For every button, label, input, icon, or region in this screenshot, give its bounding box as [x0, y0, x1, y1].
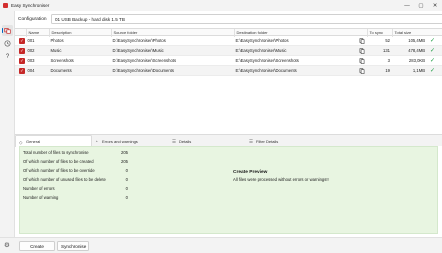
row-name: 003 [27, 58, 35, 63]
app-title: Easy Synchroniser [11, 3, 50, 8]
sidebar-item-history[interactable] [2, 38, 13, 49]
row-total-size: 283,0KB [408, 58, 425, 63]
filter-icon: ☰ [249, 138, 254, 144]
row-checkbox[interactable]: ✓ [19, 68, 25, 74]
window-controls: — ▢ ✕ [400, 0, 442, 11]
stat-label-total: Total number of files to synchronise [23, 150, 89, 155]
copy-icon[interactable] [359, 48, 365, 54]
row-source-folder: D:\EasySynchroniser\Photos [112, 38, 166, 43]
row-name: 002 [27, 48, 35, 53]
status-ok-icon: ✓ [430, 58, 436, 64]
help-icon: ? [5, 53, 10, 60]
table-row[interactable]: ✓ 001 Photos D:\EasySynchroniser\Photos E:\E… [15, 36, 442, 46]
row-to-sync: 52 [385, 38, 390, 43]
stat-label-errors: Number of errors [23, 186, 55, 191]
row-description: Screenshots [50, 58, 74, 63]
tab-label: Details [179, 138, 192, 144]
row-destination-folder: E:\EasySynchroniser\Music [235, 48, 287, 53]
row-destination-folder: E:\EasySynchroniser\Photos [235, 38, 289, 43]
warning-icon: ◔ [95, 138, 98, 144]
row-name: 004 [27, 68, 35, 73]
stat-value-warnings: 0 [125, 195, 128, 200]
sync-icon [4, 28, 11, 34]
row-destination-folder: E:\EasySynchroniser\Screenshots [235, 58, 299, 63]
configuration-value: 01 USB Backup - hard disk 1.5 TB [55, 16, 125, 22]
app-logo-icon [3, 3, 8, 8]
table-row[interactable]: ✓ 004 Documents D:\EasySynchroniser\Documen… [15, 66, 442, 76]
sidebar: ? [0, 11, 15, 253]
history-icon [4, 40, 11, 47]
row-checkbox[interactable]: ✓ [19, 38, 25, 44]
row-description: Music [50, 48, 62, 53]
sync-table: Name Description Source folder Destinati… [15, 28, 442, 76]
stat-value-errors: 0 [125, 186, 128, 191]
configuration-select[interactable]: 01 USB Backup - hard disk 1.5 TB ⌄ [51, 14, 442, 24]
row-total-size: 1,1MB [412, 68, 425, 73]
copy-icon[interactable] [359, 38, 365, 44]
row-total-size: 478,4MB [408, 48, 425, 53]
tab-label: Filter Details [256, 138, 279, 144]
sidebar-item-help[interactable]: ? [2, 51, 13, 62]
general-summary-panel: Total number of files to synchronise 205… [19, 146, 438, 234]
table-row[interactable]: ✓ 003 Screenshots D:\EasySynchroniser\Scree… [15, 56, 442, 66]
stat-value-override: 0 [125, 168, 128, 173]
row-name: 001 [27, 38, 35, 43]
synchronise-button[interactable]: Synchronise [57, 241, 89, 251]
row-to-sync: 19 [385, 68, 390, 73]
table-empty-area [15, 77, 442, 129]
stat-label-created: Of which number of files to be created [23, 159, 94, 164]
row-checkbox[interactable]: ✓ [19, 58, 25, 64]
tab-label: Errors and warnings [102, 138, 138, 144]
copy-icon[interactable] [359, 58, 365, 64]
table-header: Name Description Source folder Destinati… [15, 28, 442, 37]
row-description: Documents [50, 68, 72, 73]
status-ok-icon: ✓ [430, 48, 436, 54]
title-bar: Easy Synchroniser — ▢ ✕ [0, 0, 442, 11]
bottom-bar: ⚙ Create Preview Synchronise [0, 237, 442, 253]
preview-title: Create Preview [233, 170, 268, 175]
status-ok-icon: ✓ [430, 68, 436, 74]
minimize-button[interactable]: — [400, 0, 414, 11]
row-destination-folder: E:\EasySynchroniser\Documents [235, 68, 297, 73]
configuration-label: Configuration [18, 16, 47, 22]
row-checkbox[interactable]: ✓ [19, 48, 25, 54]
stat-value-delete: 0 [125, 177, 128, 182]
copy-delete-icon[interactable] [359, 68, 365, 74]
stat-value-created: 205 [121, 159, 128, 164]
row-source-folder: D:\EasySynchroniser\Screenshots [112, 58, 177, 63]
stat-label-warnings: Number of warning [23, 195, 59, 200]
preview-message: All files were processed without errors … [233, 177, 329, 182]
row-total-size: 105,4MB [408, 38, 425, 43]
table-row[interactable]: ✓ 002 Music D:\EasySynchroniser\Music E:\Eas… [15, 46, 442, 56]
row-to-sync: 3 [387, 58, 390, 63]
info-icon: ◇ [19, 139, 23, 145]
configuration-bar: Configuration 01 USB Backup - hard disk … [15, 12, 442, 26]
row-to-sync: 131 [383, 48, 390, 53]
sidebar-item-sync[interactable] [2, 25, 13, 36]
gear-icon[interactable]: ⚙ [4, 242, 10, 250]
close-button[interactable]: ✕ [428, 0, 442, 11]
tab-label: General [26, 139, 41, 144]
stat-label-delete: Of which number of unused files to be de… [23, 177, 106, 182]
stat-label-override: Of which number of files to be override [23, 168, 95, 173]
stat-value-total: 205 [121, 150, 128, 155]
row-description: Photos [50, 38, 64, 43]
create-preview-button[interactable]: Create Preview [19, 241, 55, 251]
maximize-button[interactable]: ▢ [414, 0, 428, 11]
detail-tabs: ◇ General ◔ Errors and warnings ☰ Detail… [15, 134, 442, 147]
status-ok-icon: ✓ [430, 38, 436, 44]
row-source-folder: D:\EasySynchroniser\Music [112, 48, 164, 53]
row-source-folder: D:\EasySynchroniser\Documents [112, 68, 174, 73]
list-icon: ☰ [172, 138, 177, 144]
